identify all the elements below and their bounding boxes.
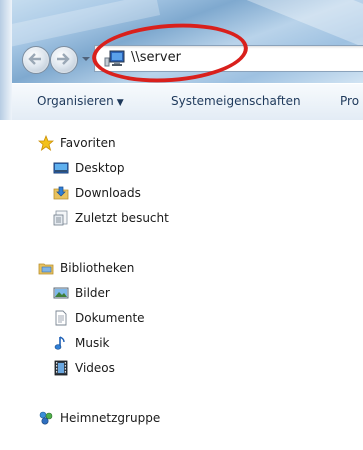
downloads-folder-icon bbox=[53, 186, 69, 200]
arrow-left-icon bbox=[28, 53, 41, 65]
more-toolbar-label: Pro bbox=[340, 94, 360, 108]
chevron-down-icon: ▼ bbox=[116, 98, 124, 108]
homegroup-icon bbox=[39, 411, 53, 425]
recent-pages-dropdown-icon[interactable] bbox=[81, 53, 91, 65]
libraries-icon bbox=[38, 263, 54, 275]
arrow-right-icon bbox=[57, 53, 70, 65]
nav-group-label: Favoriten bbox=[60, 136, 116, 150]
nav-item-label: Zuletzt besucht bbox=[75, 211, 169, 225]
red-circle-annotation bbox=[90, 18, 250, 83]
documents-icon bbox=[55, 310, 67, 326]
desktop-icon bbox=[53, 162, 69, 174]
system-properties-label: Systemeigenschaften bbox=[171, 94, 301, 108]
pictures-icon bbox=[53, 287, 69, 299]
nav-group-label: Bibliotheken bbox=[60, 261, 135, 275]
nav-item-label: Musik bbox=[75, 336, 110, 350]
forward-button[interactable] bbox=[50, 46, 78, 74]
nav-item-label: Videos bbox=[75, 361, 115, 375]
nav-item-label: Dokumente bbox=[75, 311, 145, 325]
nav-item-label: Desktop bbox=[75, 161, 125, 175]
recent-places-icon bbox=[53, 210, 68, 226]
window-title-bar: \\server bbox=[0, 0, 363, 83]
nav-item-label: Downloads bbox=[75, 186, 141, 200]
navigation-pane: Favoriten Desktop Downloads Zuletzt besu… bbox=[0, 120, 363, 450]
command-toolbar: Organisieren ▼ Systemeigenschaften Pro bbox=[0, 83, 363, 121]
organize-button[interactable]: Organisieren ▼ bbox=[37, 94, 124, 108]
organize-label: Organisieren bbox=[37, 94, 114, 108]
music-icon bbox=[54, 336, 65, 350]
system-properties-button[interactable]: Systemeigenschaften bbox=[171, 94, 301, 108]
nav-group-label: Heimnetzgruppe bbox=[60, 411, 161, 425]
videos-icon bbox=[54, 360, 68, 376]
back-button[interactable] bbox=[22, 46, 50, 74]
star-icon bbox=[38, 135, 54, 151]
more-toolbar-button[interactable]: Pro bbox=[340, 94, 359, 108]
nav-item-label: Bilder bbox=[75, 286, 110, 300]
